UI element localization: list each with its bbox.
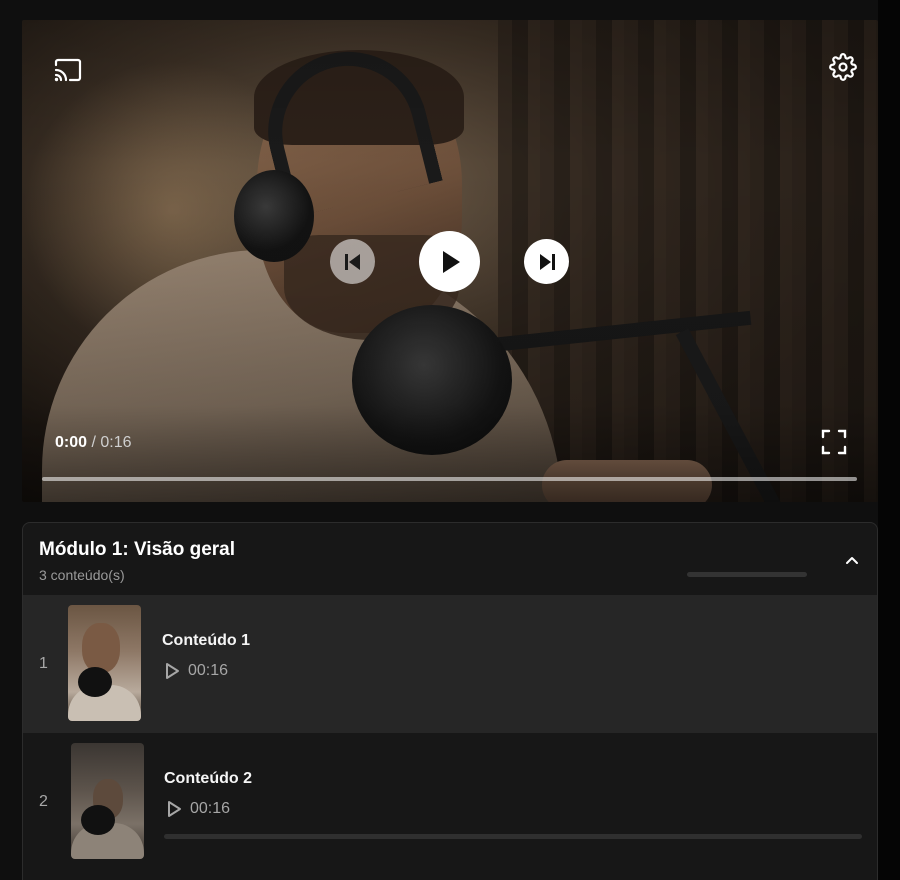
skip-previous-icon [344, 253, 360, 270]
collapse-button[interactable] [839, 549, 865, 571]
settings-button[interactable] [828, 52, 858, 82]
gear-icon [829, 53, 857, 81]
playback-time: 0:00 / 0:16 [55, 434, 132, 452]
lesson-item[interactable]: 1 Conteúdo 1 00:16 [23, 595, 877, 733]
next-button[interactable] [524, 239, 569, 284]
play-button[interactable] [419, 231, 480, 292]
lesson-index: 1 [39, 655, 48, 672]
lesson-meta: 00:16 [166, 800, 230, 818]
video-player[interactable]: 0:00 / 0:16 [22, 20, 878, 502]
play-icon [168, 801, 181, 817]
lesson-progress-bar [164, 834, 862, 839]
duration: 0:16 [100, 434, 132, 451]
module-panel: Módulo 1: Visão geral 3 conteúdo(s) 1 Co… [22, 522, 878, 880]
play-icon [166, 663, 179, 679]
lesson-item[interactable]: 2 Conteúdo 2 00:16 [23, 733, 877, 871]
lesson-duration: 00:16 [188, 662, 229, 679]
module-title: Módulo 1: Visão geral [39, 539, 236, 560]
module-header[interactable]: Módulo 1: Visão geral 3 conteúdo(s) [23, 523, 877, 595]
lesson-meta: 00:16 [164, 662, 228, 680]
fullscreen-icon [821, 429, 847, 455]
lesson-title: Conteúdo 1 [162, 632, 250, 649]
time-separator: / [91, 434, 96, 451]
lesson-thumbnail [68, 605, 141, 721]
module-content-count: 3 conteúdo(s) [39, 567, 125, 583]
page-edge [878, 0, 900, 880]
lesson-duration: 00:16 [190, 800, 231, 817]
lesson-thumbnail [71, 743, 144, 859]
previous-button[interactable] [330, 239, 375, 284]
current-time: 0:00 [55, 434, 88, 451]
skip-next-icon [539, 253, 555, 270]
cast-button[interactable] [52, 56, 84, 84]
module-progress-bar [687, 572, 807, 577]
seek-bar[interactable] [42, 477, 857, 481]
fullscreen-button[interactable] [820, 428, 848, 456]
lesson-index: 2 [39, 793, 48, 810]
cast-icon [54, 58, 82, 82]
play-icon [442, 250, 460, 273]
lesson-title: Conteúdo 2 [164, 770, 252, 787]
chevron-up-icon [846, 557, 858, 564]
